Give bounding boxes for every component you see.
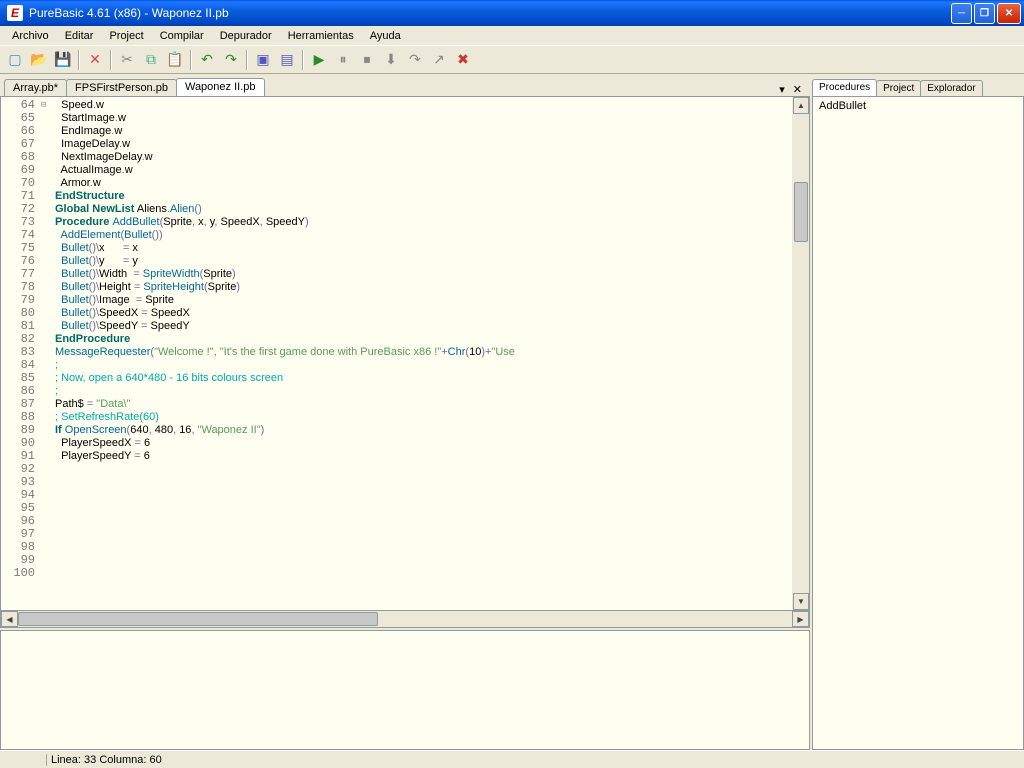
statusbar: Linea: 33 Columna: 60 — [0, 750, 1024, 768]
menu-herramientas[interactable]: Herramientas — [280, 28, 362, 44]
window-title: PureBasic 4.61 (x86) - Waponez II.pb — [27, 6, 951, 20]
procedures-panel[interactable]: AddBullet — [812, 96, 1024, 750]
open-file-icon[interactable]: 📂 — [28, 49, 50, 71]
toolbar-separator — [302, 50, 304, 70]
step-icon[interactable]: ⬇ — [380, 49, 402, 71]
fold-column[interactable]: ⊟ — [41, 97, 51, 610]
close-icon[interactable]: ✕ — [84, 49, 106, 71]
vertical-scrollbar[interactable]: ▲ ▼ — [792, 97, 809, 610]
code-editor[interactable]: 64 65 66 67 68 69 70 71 72 73 74 75 76 7… — [0, 96, 810, 611]
titlebar[interactable]: E PureBasic 4.61 (x86) - Waponez II.pb ─… — [0, 0, 1024, 26]
hscroll-thumb[interactable] — [18, 612, 378, 626]
file-tab[interactable]: FPSFirstPerson.pb — [66, 79, 177, 96]
menu-editar[interactable]: Editar — [57, 28, 102, 44]
scroll-down-icon[interactable]: ▼ — [793, 593, 809, 610]
kill-icon[interactable]: ✖ — [452, 49, 474, 71]
compile-run-icon[interactable]: ▤ — [276, 49, 298, 71]
code-area[interactable]: Speed.w StartImage.w EndImage.w ImageDel… — [51, 97, 792, 610]
new-file-icon[interactable]: ▢ — [4, 49, 26, 71]
toolbar-separator — [246, 50, 248, 70]
menubar: ArchivoEditarProjectCompilarDepuradorHer… — [0, 26, 1024, 46]
pause-icon[interactable]: ⏸ — [332, 49, 354, 71]
scroll-up-icon[interactable]: ▲ — [793, 97, 809, 114]
file-tab[interactable]: Waponez II.pb — [176, 78, 265, 96]
step-over-icon[interactable]: ↷ — [404, 49, 426, 71]
side-tab-explorador[interactable]: Explorador — [920, 80, 982, 96]
toolbar-separator — [110, 50, 112, 70]
app-icon: E — [7, 5, 23, 21]
window-buttons: ─ ❐ ✕ — [951, 3, 1021, 24]
compile-icon[interactable]: ▣ — [252, 49, 274, 71]
maximize-button[interactable]: ❐ — [974, 3, 995, 24]
cut-icon[interactable]: ✂ — [116, 49, 138, 71]
menu-compilar[interactable]: Compilar — [152, 28, 212, 44]
output-pane[interactable] — [0, 630, 810, 750]
menu-archivo[interactable]: Archivo — [4, 28, 57, 44]
stop-icon[interactable]: ⏹ — [356, 49, 378, 71]
horizontal-scrollbar[interactable]: ◀ ▶ — [0, 611, 810, 628]
scroll-left-icon[interactable]: ◀ — [1, 611, 18, 627]
menu-depurador[interactable]: Depurador — [212, 28, 280, 44]
toolbar-separator — [190, 50, 192, 70]
copy-icon[interactable]: ⧉ — [140, 49, 162, 71]
undo-icon[interactable]: ↶ — [196, 49, 218, 71]
step-out-icon[interactable]: ↗ — [428, 49, 450, 71]
toolbar-separator — [78, 50, 80, 70]
toolbar: ▢📂💾✕✂⧉📋↶↷▣▤▶⏸⏹⬇↷↗✖ — [0, 46, 1024, 74]
paste-icon[interactable]: 📋 — [164, 49, 186, 71]
redo-icon[interactable]: ↷ — [220, 49, 242, 71]
menu-ayuda[interactable]: Ayuda — [362, 28, 409, 44]
tab-menu-icon[interactable]: ▾ — [775, 83, 789, 96]
file-tabbar: Array.pb*FPSFirstPerson.pbWaponez II.pb ▾… — [0, 74, 810, 96]
vscroll-thumb[interactable] — [794, 182, 808, 242]
save-icon[interactable]: 💾 — [52, 49, 74, 71]
close-tab-icon[interactable]: ✕ — [789, 83, 806, 96]
menu-project[interactable]: Project — [101, 28, 151, 44]
line-gutter: 64 65 66 67 68 69 70 71 72 73 74 75 76 7… — [1, 97, 41, 610]
minimize-button[interactable]: ─ — [951, 3, 972, 24]
side-tabbar: ProceduresProjectExplorador — [812, 74, 1024, 96]
side-tab-project[interactable]: Project — [876, 80, 921, 96]
cursor-position: Linea: 33 Columna: 60 — [46, 754, 166, 766]
close-button[interactable]: ✕ — [997, 3, 1021, 24]
run-icon[interactable]: ▶ — [308, 49, 330, 71]
scroll-right-icon[interactable]: ▶ — [792, 611, 809, 627]
file-tab[interactable]: Array.pb* — [4, 79, 67, 96]
procedure-item[interactable]: AddBullet — [817, 99, 1019, 113]
side-tab-procedures[interactable]: Procedures — [812, 79, 877, 96]
